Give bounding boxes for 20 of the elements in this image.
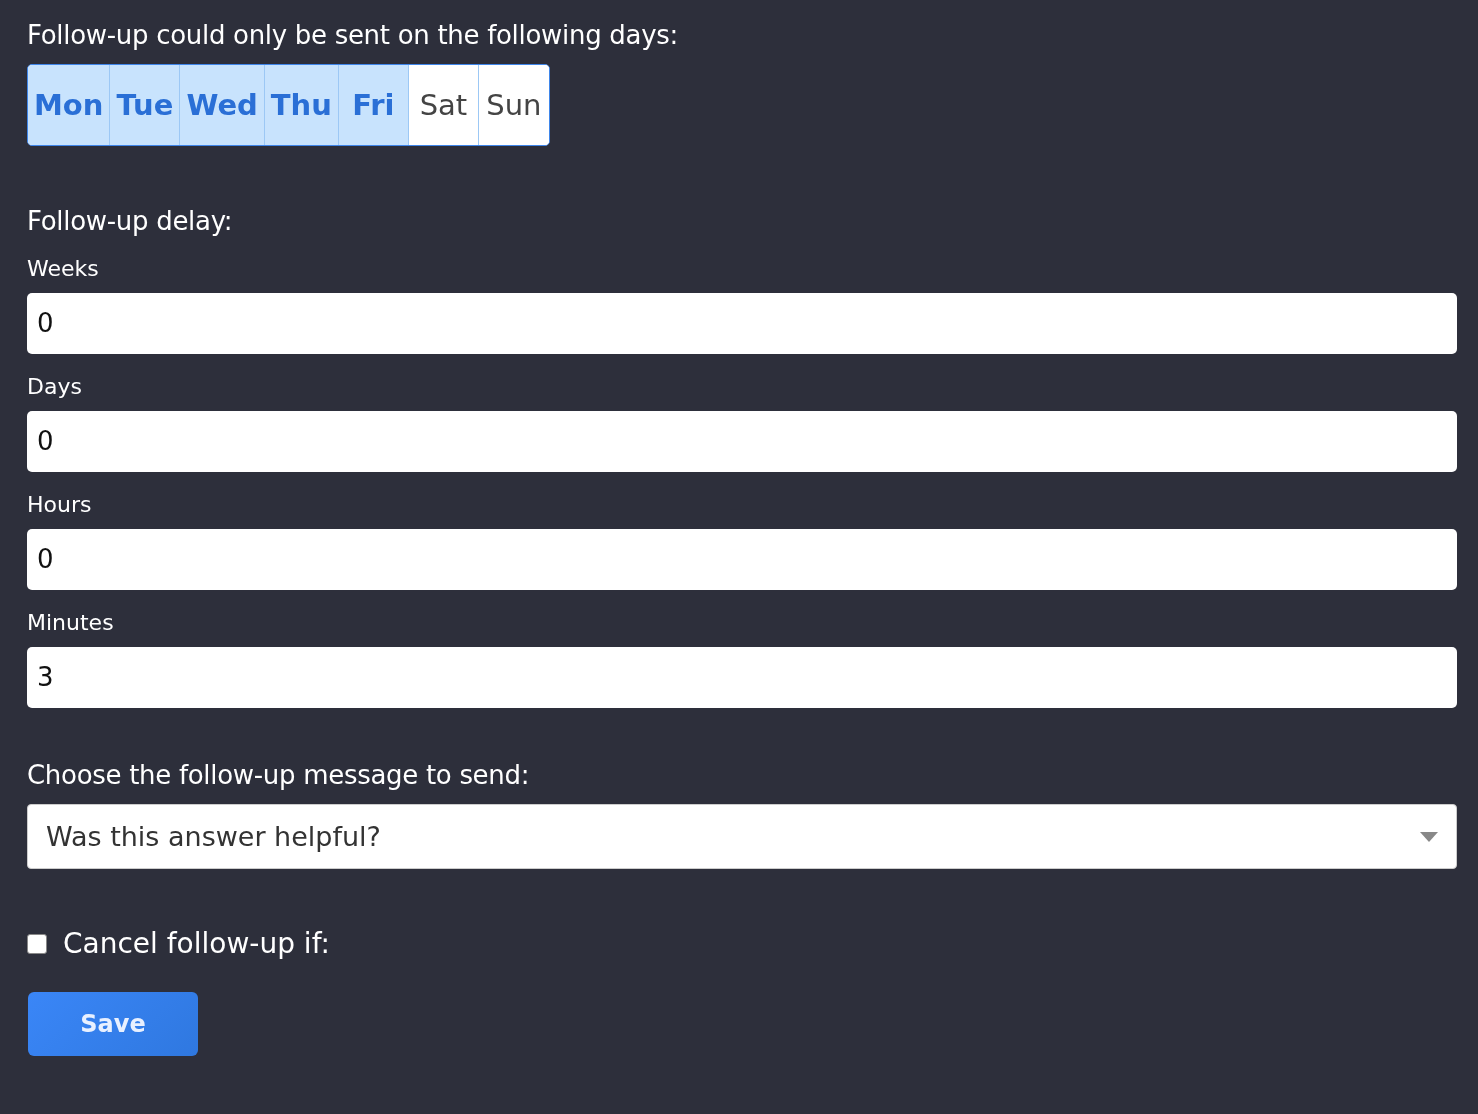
field-label: Weeks: [27, 256, 100, 281]
field-label: Minutes: [27, 610, 115, 635]
field-label: Hours: [27, 492, 93, 517]
section-heading: Follow-up delay:: [27, 206, 234, 236]
day-toggle[interactable]: Tue: [110, 65, 181, 145]
section-heading: Follow-up could only be sent on the following days:: [27, 20, 679, 50]
day-toggle[interactable]: Fri: [338, 65, 409, 145]
caret-icon: [1420, 831, 1438, 842]
input-field[interactable]: 0: [27, 529, 1457, 590]
day-toggle[interactable]: Wed: [180, 65, 265, 145]
section-heading: Choose the follow-up message to send:: [27, 760, 531, 790]
day-toggle[interactable]: Thu: [264, 65, 339, 145]
input-field[interactable]: 0: [27, 411, 1457, 472]
message-dropdown[interactable]: Was this answer helpful?: [27, 804, 1457, 869]
checkbox-label: Cancel follow-up if:: [63, 927, 330, 960]
day-toggle[interactable]: Mon: [28, 65, 111, 145]
input-field[interactable]: 0: [27, 293, 1457, 354]
field-label: Days: [27, 374, 83, 399]
checkbox[interactable]: [27, 933, 47, 954]
input-field[interactable]: 3: [27, 647, 1457, 708]
